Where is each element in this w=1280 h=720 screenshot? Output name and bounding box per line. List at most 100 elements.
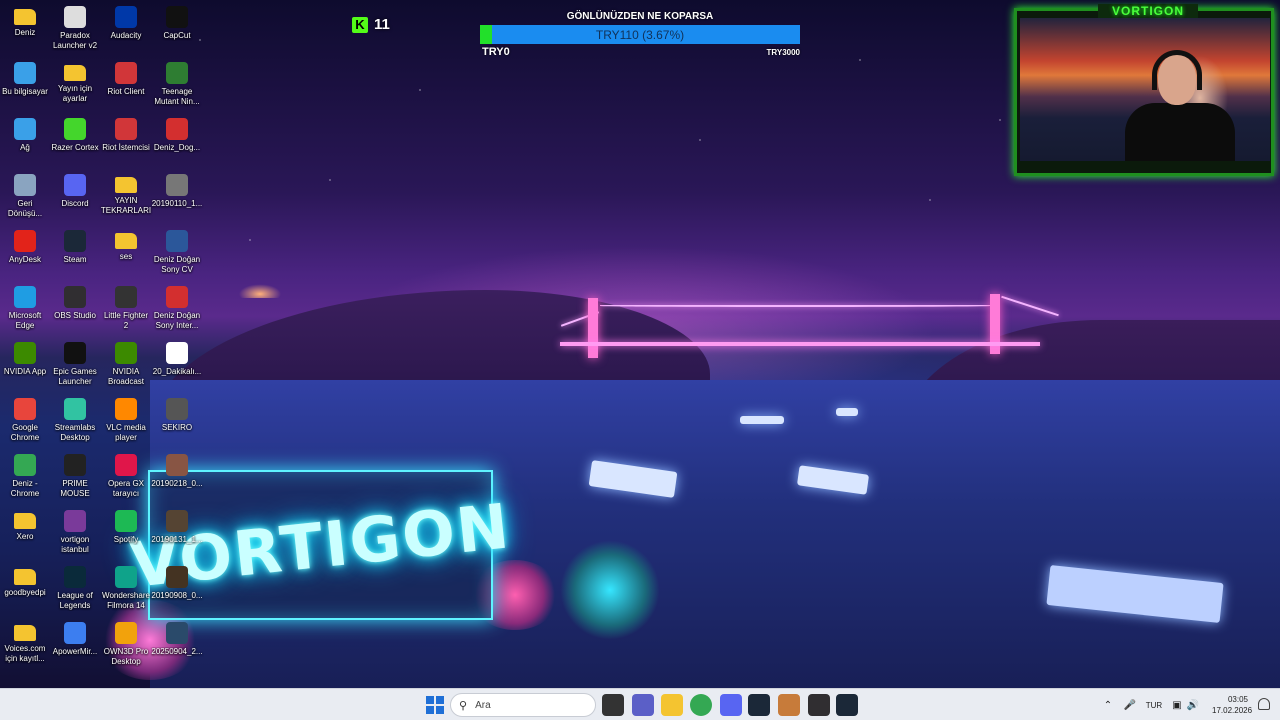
desktop-icon-ag[interactable]: Ağ — [0, 112, 50, 164]
obs-icon[interactable] — [808, 694, 830, 716]
desktop-icon-label: 20190110_1... — [151, 199, 203, 208]
desktop-icon-deniz[interactable]: Deniz — [0, 0, 50, 52]
windows-start-icon[interactable] — [424, 694, 446, 716]
chrome-icon — [14, 398, 36, 420]
discord-icon[interactable] — [720, 694, 742, 716]
volume-icon[interactable]: 🔊 — [1186, 700, 1200, 711]
desktop-icon-epic-games[interactable]: Epic Games Launcher — [50, 336, 100, 388]
desktop-icon-little-fighter[interactable]: Little Fighter 2 — [101, 280, 151, 332]
chevron-up-icon[interactable]: ⌃ — [1100, 700, 1116, 711]
desktop-icon-deniz-dogan-cv[interactable]: Deniz Doğan Sony CV — [152, 224, 202, 276]
image-icon — [166, 174, 188, 196]
clock-time: 03:05 — [1227, 695, 1248, 704]
task-view-icon[interactable] — [602, 694, 624, 716]
desktop-icon-audacity[interactable]: Audacity — [101, 0, 151, 52]
desktop-icon-deniz-dog-pdf[interactable]: Deniz_Dog... — [152, 112, 202, 164]
folder-icon — [14, 569, 36, 585]
kick-follower-count: 11 — [374, 16, 390, 33]
desktop-icon-goodbyedpi[interactable]: goodbyedpi — [0, 560, 50, 612]
desktop-icon-league-of-legends[interactable]: League of Legends — [50, 560, 100, 612]
opera-gx-icon — [115, 454, 137, 476]
audacity-icon — [115, 6, 137, 28]
teams-icon[interactable] — [632, 694, 654, 716]
steam-icon[interactable] — [836, 694, 858, 716]
donation-goal-title: GÖNLÜNÜZDEN NE KOPARSA — [566, 11, 714, 22]
desktop-icon-paradox-launcher[interactable]: Paradox Launcher v2 — [50, 0, 100, 52]
folder-icon — [14, 625, 36, 641]
desktop-icon-label: 20190218_0... — [151, 479, 203, 488]
desktop-icon-label: CapCut — [163, 31, 191, 40]
spotify-icon — [115, 510, 137, 532]
desktop-icon-obs-studio[interactable]: OBS Studio — [50, 280, 100, 332]
desktop-icon-file-20190908[interactable]: 20190908_0... — [151, 560, 203, 612]
taskbar-search-box[interactable]: ⚲ Ara — [450, 693, 596, 717]
document-icon — [166, 342, 188, 364]
desktop-icon-nvidia-app[interactable]: NVIDIA App — [0, 336, 50, 388]
image-icon — [64, 510, 86, 532]
desktop-icon-wondershare-filmora[interactable]: Wondershare Filmora 14 — [101, 560, 151, 612]
desktop-icon-label: 20190908_0... — [151, 591, 203, 600]
microphone-icon[interactable]: 🎤 — [1122, 700, 1138, 711]
desktop-icon-riot-client[interactable]: Riot Client — [101, 56, 151, 108]
desktop-icon-xero[interactable]: Xero — [0, 504, 50, 556]
desktop-icon-yayin-tekrarlari[interactable]: YAYIN TEKRARLARI — [101, 168, 151, 220]
capcut-icon — [166, 6, 188, 28]
desktop-icon-streamlabs[interactable]: Streamlabs Desktop — [50, 392, 100, 444]
desktop-icon-microsoft-edge[interactable]: Microsoft Edge — [0, 280, 50, 332]
image-icon — [166, 510, 188, 532]
desktop-icon-file-20190131[interactable]: 20190131_1... — [151, 504, 203, 556]
app-icon[interactable] — [778, 694, 800, 716]
desktop-icon-own3d-pro[interactable]: OWN3D Pro Desktop — [101, 616, 151, 668]
desktop-icon-apowermirror[interactable]: ApowerMir... — [50, 616, 100, 668]
desktop-icon-20-dakikali[interactable]: 20_Dakikalı... — [152, 336, 202, 388]
own3d-icon — [115, 622, 137, 644]
wallpaper-mosque — [220, 268, 300, 298]
notification-bell-icon[interactable] — [1258, 698, 1270, 710]
desktop-icon-deniz-chrome[interactable]: Deniz - Chrome — [0, 448, 50, 500]
chrome-icon — [14, 454, 36, 476]
desktop-icon-riot-istemcisi[interactable]: Riot İstemcisi — [101, 112, 151, 164]
desktop-icon-file-20190218[interactable]: 20190218_0... — [151, 448, 203, 500]
desktop-icon-label: Teenage Mutant Nin... — [154, 87, 200, 106]
game-icon — [166, 62, 188, 84]
desktop-icon-opera-gx[interactable]: Opera GX tarayıcı — [101, 448, 151, 500]
steam-icon — [64, 230, 86, 252]
desktop-icon-vortigon-istanbul[interactable]: vortigon istanbul — [50, 504, 100, 556]
desktop-icon-label: Deniz Doğan Sony Inter... — [153, 311, 201, 330]
desktop-icon-bu-bilgisayar[interactable]: Bu bilgisayar — [0, 56, 50, 108]
league-icon — [64, 566, 86, 588]
desktop-icon-discord[interactable]: Discord — [50, 168, 100, 220]
language-indicator[interactable]: TUR — [1144, 701, 1164, 710]
desktop-icon-google-chrome[interactable]: Google Chrome — [0, 392, 50, 444]
kick-logo-icon: K — [352, 16, 368, 33]
file-explorer-icon[interactable] — [661, 694, 683, 716]
desktop-icon-steam[interactable]: Steam — [50, 224, 100, 276]
desktop-icon-anydesk[interactable]: AnyDesk — [0, 224, 50, 276]
desktop-icon-ses[interactable]: ses — [101, 224, 151, 276]
desktop-icon-prime-mouse[interactable]: PRIME MOUSE — [50, 448, 100, 500]
paradox-icon — [64, 6, 86, 28]
computer-icon — [14, 62, 36, 84]
desktop-icon-razer-cortex[interactable]: Razer Cortex — [50, 112, 100, 164]
desktop-icon-nvidia-broadcast[interactable]: NVIDIA Broadcast — [101, 336, 151, 388]
desktop-icon-yayin-icin-ayarlar[interactable]: Yayın için ayarlar — [50, 56, 100, 108]
desktop-icon-capcut[interactable]: CapCut — [152, 0, 202, 52]
desktop-icon-sekiro[interactable]: SEKIRO — [152, 392, 202, 444]
desktop-icon-file-20250904[interactable]: 20250904_2... — [151, 616, 203, 668]
desktop-icon-teenage-mutant[interactable]: Teenage Mutant Nin... — [152, 56, 202, 108]
chrome-icon[interactable] — [690, 694, 712, 716]
desktop-icon-spotify[interactable]: Spotify — [101, 504, 151, 556]
clock-date: 17.02.2026 — [1212, 706, 1253, 715]
epic-icon — [64, 342, 86, 364]
desktop-icon-geri-donusum[interactable]: Geri Dönüşü... — [0, 168, 50, 220]
desktop-icon-voices-com[interactable]: Voices.com için kayıtl... — [0, 616, 50, 668]
desktop-icon-vlc[interactable]: VLC media player — [101, 392, 151, 444]
image-icon — [166, 454, 188, 476]
desktop-icon-file-20190110[interactable]: 20190110_1... — [152, 168, 202, 220]
steam-icon[interactable] — [748, 694, 770, 716]
network-icon[interactable]: ▣ — [1170, 700, 1184, 711]
taskbar-clock[interactable]: 03:05 17.02.2026 — [1212, 694, 1253, 716]
mouse-icon — [64, 454, 86, 476]
donation-goal-bar: TRY110 (3.67%) — [480, 25, 800, 44]
desktop-icon-deniz-dogan-sony-inter[interactable]: Deniz Doğan Sony Inter... — [152, 280, 202, 332]
